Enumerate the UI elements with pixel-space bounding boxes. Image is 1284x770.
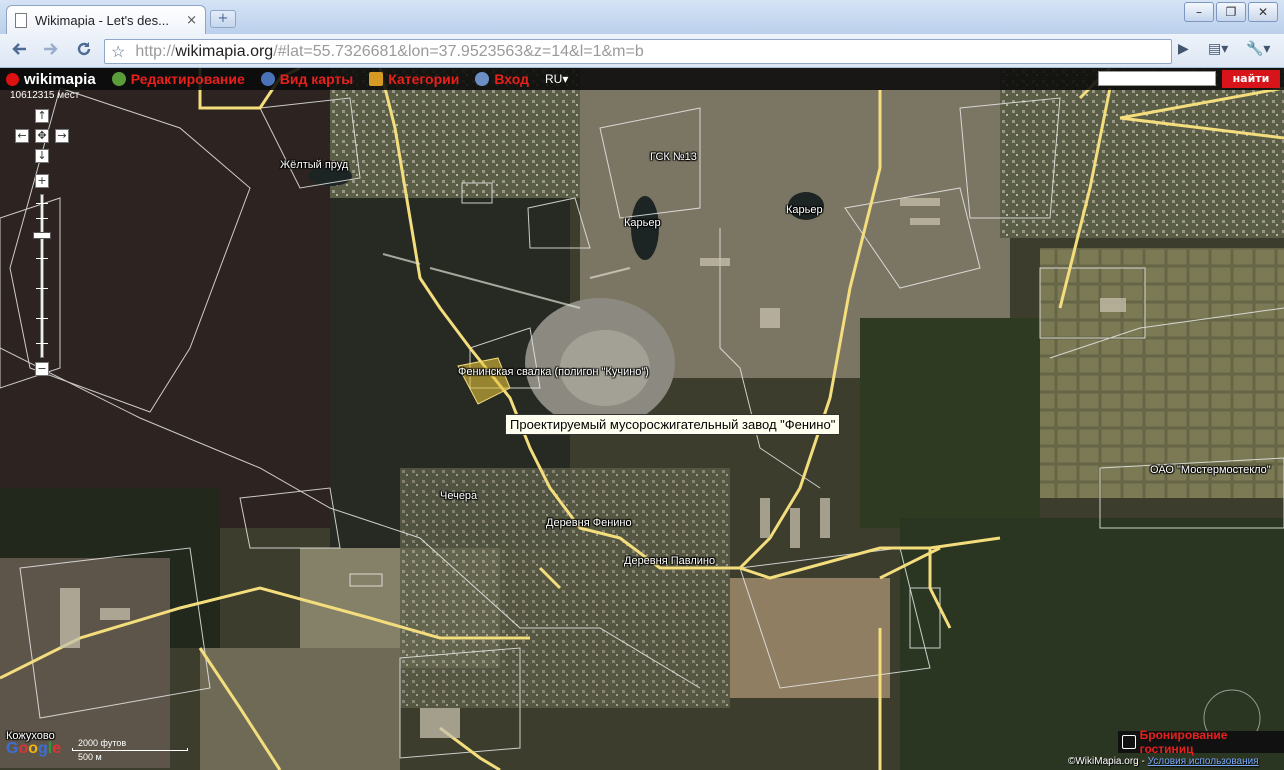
hotel-booking-link[interactable]: Бронирование гостиниц xyxy=(1118,728,1284,756)
scale-bar xyxy=(72,748,188,751)
map-label[interactable]: Деревня Фенино xyxy=(546,517,632,529)
categories-icon xyxy=(369,72,384,86)
menu-login-label: Вход xyxy=(494,71,529,87)
menu-map-view[interactable]: Вид карты xyxy=(260,71,354,87)
google-letter: g xyxy=(38,740,48,757)
places-counter: 10612315 мест xyxy=(10,90,80,101)
map-label[interactable]: Карьер xyxy=(624,217,661,229)
google-letter: o xyxy=(18,740,29,757)
menu-map-view-label: Вид карты xyxy=(279,71,354,87)
language-value: RU xyxy=(544,72,563,86)
copyright-notice: ©WikiMapia.org - Условия использования xyxy=(1068,756,1259,767)
menu-edit-label: Редактирование xyxy=(130,71,245,87)
zoom-tick xyxy=(36,203,48,204)
wikimapia-page: wikimapia Редактирование Вид карты Катег… xyxy=(0,68,1284,770)
forward-arrow-icon[interactable] xyxy=(38,39,62,63)
zoom-tick xyxy=(36,288,48,289)
map-label[interactable]: Карьер xyxy=(786,204,823,216)
wikimapia-logo[interactable]: wikimapia xyxy=(6,71,96,88)
zoom-tick xyxy=(36,218,48,219)
pan-right-button[interactable]: → xyxy=(55,129,69,143)
address-bar[interactable]: ☆ http:// wikimapia.org /#lat=55.7326681… xyxy=(104,39,1172,64)
pan-down-button[interactable]: ↓ xyxy=(35,149,49,163)
user-icon xyxy=(475,72,490,86)
google-letter: e xyxy=(52,740,62,757)
hotel-icon xyxy=(1122,735,1136,749)
pan-center-button[interactable]: ✥ xyxy=(35,129,49,143)
google-letter: o xyxy=(28,740,39,757)
pan-up-button[interactable]: ↑ xyxy=(35,109,49,123)
reload-icon[interactable] xyxy=(72,39,96,63)
zoom-tick xyxy=(36,343,48,344)
new-tab-button[interactable]: + xyxy=(210,10,236,28)
menu-categories[interactable]: Категории xyxy=(369,71,459,87)
close-window-button[interactable]: ✕ xyxy=(1248,2,1278,22)
language-select[interactable]: RU▾ xyxy=(545,72,568,86)
globe-icon xyxy=(111,72,126,86)
browser-toolbar: ☆ http:// wikimapia.org /#lat=55.7326681… xyxy=(0,34,1284,68)
wikimapia-menubar: wikimapia Редактирование Вид карты Катег… xyxy=(0,68,1284,90)
minimize-button[interactable]: – xyxy=(1184,2,1214,22)
compass-icon xyxy=(260,72,275,86)
terms-link[interactable]: Условия использования xyxy=(1148,756,1259,767)
zoom-tick xyxy=(36,258,48,259)
url-path: /#lat=55.7326681&lon=37.9523563&z=14&l=1… xyxy=(273,42,644,60)
scale-top-label: 2000 футов xyxy=(78,738,127,748)
map-label[interactable]: Деревня Павлино xyxy=(624,555,715,567)
map-label[interactable]: ГСК №13 xyxy=(650,151,697,163)
browser-tab[interactable]: Wikimapia - Let's des... × xyxy=(6,5,206,34)
map-search-input[interactable] xyxy=(1098,71,1216,86)
map-scale: 2000 футов 500 м xyxy=(72,738,192,762)
menu-categories-label: Категории xyxy=(388,71,460,87)
google-letter: G xyxy=(6,740,19,757)
zoom-slider-handle[interactable] xyxy=(33,232,51,239)
restore-button[interactable]: ❐ xyxy=(1216,2,1246,22)
window-controls: – ❐ ✕ xyxy=(1184,2,1278,22)
browser-tabstrip: Wikimapia - Let's des... × + – ❐ ✕ xyxy=(0,0,1284,34)
scale-bottom-label: 500 м xyxy=(78,752,102,762)
url-host: wikimapia.org xyxy=(175,42,274,60)
map-label[interactable]: Чечера xyxy=(440,490,477,502)
menu-edit[interactable]: Редактирование xyxy=(111,71,245,87)
back-arrow-icon[interactable] xyxy=(8,39,32,63)
wikimapia-logo-text: wikimapia xyxy=(24,70,96,88)
map-label[interactable]: Жёлтый пруд xyxy=(280,159,348,171)
wikimapia-logo-icon xyxy=(6,72,19,86)
map-tooltip: Проектируемый мусоросжигательный завод "… xyxy=(505,414,841,435)
tab-close-icon[interactable]: × xyxy=(186,13,197,28)
menu-login[interactable]: Вход xyxy=(475,71,529,87)
tab-title: Wikimapia - Let's des... xyxy=(35,12,169,28)
bookmark-star-icon[interactable]: ☆ xyxy=(111,42,125,62)
wrench-menu-icon[interactable]: 🔧▾ xyxy=(1246,41,1270,57)
find-button[interactable]: найти xyxy=(1222,70,1280,88)
map-label[interactable]: ОАО "Мостермостекло" xyxy=(1150,464,1271,476)
url-scheme: http:// xyxy=(135,42,176,60)
chevron-down-icon: ▾ xyxy=(562,72,569,86)
pan-left-button[interactable]: ← xyxy=(15,129,29,143)
zoom-out-button[interactable]: − xyxy=(35,362,49,376)
copyright-text: ©WikiMapia.org - xyxy=(1068,756,1148,767)
go-arrow-icon[interactable]: ▶ xyxy=(1178,41,1189,57)
map-label[interactable]: Фенинская свалка (полигон "Кучино") xyxy=(458,366,649,378)
google-logo: Google xyxy=(6,740,61,758)
hotel-booking-label: Бронирование гостиниц xyxy=(1139,728,1228,756)
page-document-icon xyxy=(15,12,27,28)
page-menu-icon[interactable]: ▤▾ xyxy=(1208,41,1228,57)
zoom-tick xyxy=(36,318,48,319)
zoom-in-button[interactable]: + xyxy=(35,174,49,188)
